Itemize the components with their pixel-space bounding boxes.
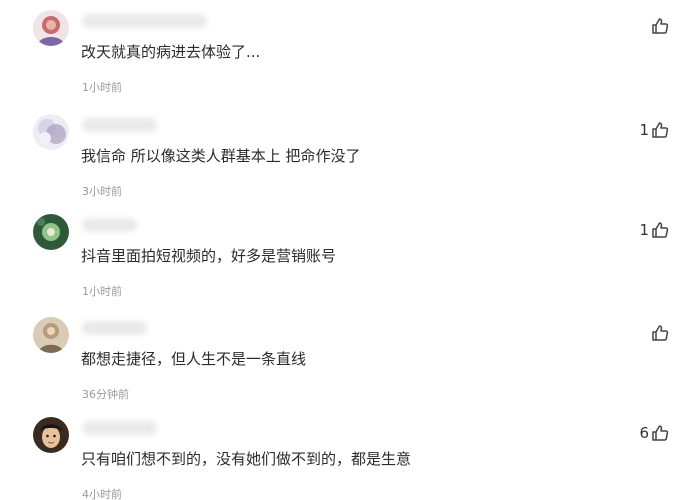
avatar[interactable]	[33, 114, 69, 150]
like-button[interactable]	[649, 323, 670, 343]
comment-text: 抖音里面拍短视频的，好多是营销账号	[81, 247, 337, 265]
comment-item: 只有咱们想不到的，没有她们做不到的，都是生意 4小时前 6	[0, 413, 700, 500]
like-button[interactable]	[649, 16, 670, 36]
avatar[interactable]	[33, 317, 69, 353]
timestamp: 1小时前	[82, 285, 122, 298]
like-count: 6	[639, 424, 649, 442]
username[interactable]	[82, 321, 147, 335]
timestamp: 36分钟前	[82, 388, 129, 401]
avatar[interactable]	[33, 214, 69, 250]
thumbs-up-icon	[652, 425, 669, 441]
comment-item: 我信命 所以像这类人群基本上 把命作没了 3小时前 1	[0, 110, 700, 210]
timestamp: 4小时前	[82, 488, 122, 500]
thumbs-up-icon	[652, 222, 669, 238]
like-button[interactable]: 1	[639, 120, 670, 140]
comment-text: 改天就真的病进去体验了...	[81, 43, 261, 61]
comment-list: 改天就真的病进去体验了... 1小时前 我信命 所以像这类人群基本上 把命作没了…	[0, 0, 700, 500]
comment-text: 我信命 所以像这类人群基本上 把命作没了	[81, 147, 361, 165]
username[interactable]	[82, 118, 157, 132]
avatar[interactable]	[33, 417, 69, 453]
like-count: 1	[639, 221, 649, 239]
thumbs-up-icon	[652, 325, 669, 341]
timestamp: 1小时前	[82, 81, 122, 94]
thumbs-up-icon	[652, 18, 669, 34]
username[interactable]	[82, 218, 137, 232]
like-button[interactable]: 1	[639, 220, 670, 240]
username[interactable]	[82, 421, 157, 435]
like-button[interactable]: 6	[639, 423, 670, 443]
thumbs-up-icon	[652, 122, 669, 138]
comment-text: 只有咱们想不到的，没有她们做不到的，都是生意	[81, 450, 412, 468]
username[interactable]	[82, 14, 207, 28]
comment-item: 都想走捷径，但人生不是一条直线 36分钟前	[0, 313, 700, 413]
comment-item: 改天就真的病进去体验了... 1小时前	[0, 6, 700, 106]
timestamp: 3小时前	[82, 185, 122, 198]
avatar[interactable]	[33, 10, 69, 46]
comment-text: 都想走捷径，但人生不是一条直线	[81, 350, 307, 368]
like-count: 1	[639, 121, 649, 139]
comment-item: 抖音里面拍短视频的，好多是营销账号 1小时前 1	[0, 210, 700, 310]
